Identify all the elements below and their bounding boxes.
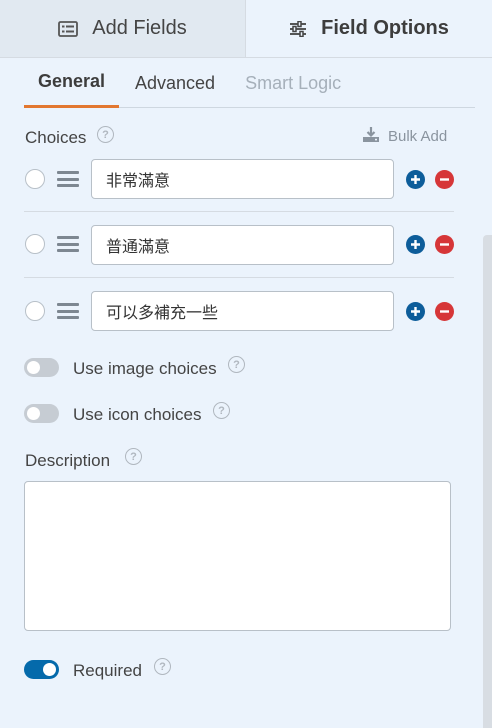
tab-advanced[interactable]: Advanced — [135, 58, 215, 108]
use-icon-choices-label: Use icon choices — [73, 405, 202, 424]
description-textarea[interactable] — [24, 481, 451, 631]
choices-label: Choices — [25, 128, 87, 147]
sliders-icon — [289, 20, 307, 37]
bulk-add-label: Bulk Add — [388, 127, 448, 145]
tab-add-fields-label: Add Fields — [92, 17, 187, 39]
choice-row: 普通滿意 — [24, 212, 454, 278]
bulk-add-button[interactable]: Bulk Add — [362, 126, 447, 146]
use-icon-choices-toggle[interactable] — [24, 404, 59, 423]
minus-icon — [440, 310, 449, 313]
plus-icon — [411, 175, 420, 184]
help-icon[interactable]: ? — [213, 402, 230, 419]
choice-default-radio[interactable] — [25, 301, 45, 321]
choice-input[interactable]: 非常滿意 — [91, 159, 394, 199]
choice-row: 非常滿意 — [24, 146, 454, 212]
add-choice-button[interactable] — [406, 302, 425, 321]
choice-default-radio[interactable] — [25, 169, 45, 189]
top-tabs: Add Fields Field Options — [0, 0, 492, 58]
use-image-choices-label: Use image choices — [73, 359, 217, 378]
help-icon[interactable]: ? — [97, 126, 114, 143]
choice-row: 可以多補充一些 — [24, 278, 454, 344]
form-list-icon — [58, 20, 79, 37]
choice-default-radio[interactable] — [25, 234, 45, 254]
download-icon — [362, 126, 380, 147]
use-image-choices-toggle[interactable] — [24, 358, 59, 377]
sub-tabs: General Advanced Smart Logic — [24, 58, 475, 108]
minus-icon — [440, 243, 449, 246]
remove-choice-button[interactable] — [435, 235, 454, 254]
add-choice-button[interactable] — [406, 235, 425, 254]
remove-choice-button[interactable] — [435, 302, 454, 321]
choice-input[interactable]: 可以多補充一些 — [91, 291, 394, 331]
description-label: Description — [25, 451, 111, 470]
tab-add-fields[interactable]: Add Fields — [0, 0, 246, 57]
drag-handle-icon[interactable] — [57, 303, 79, 319]
plus-icon — [411, 240, 420, 249]
help-icon[interactable]: ? — [154, 658, 171, 675]
minus-icon — [440, 178, 449, 181]
required-toggle[interactable] — [24, 660, 59, 679]
add-choice-button[interactable] — [406, 170, 425, 189]
choice-input[interactable]: 普通滿意 — [91, 225, 394, 265]
tab-general[interactable]: General — [24, 58, 119, 108]
tab-field-options[interactable]: Field Options — [246, 0, 492, 57]
plus-icon — [411, 307, 420, 316]
tab-smart-logic[interactable]: Smart Logic — [245, 58, 341, 108]
scrollbar[interactable] — [483, 235, 492, 728]
tab-field-options-label: Field Options — [321, 17, 449, 39]
required-label: Required — [73, 661, 142, 680]
remove-choice-button[interactable] — [435, 170, 454, 189]
help-icon[interactable]: ? — [125, 448, 142, 465]
drag-handle-icon[interactable] — [57, 236, 79, 252]
drag-handle-icon[interactable] — [57, 171, 79, 187]
help-icon[interactable]: ? — [228, 356, 245, 373]
